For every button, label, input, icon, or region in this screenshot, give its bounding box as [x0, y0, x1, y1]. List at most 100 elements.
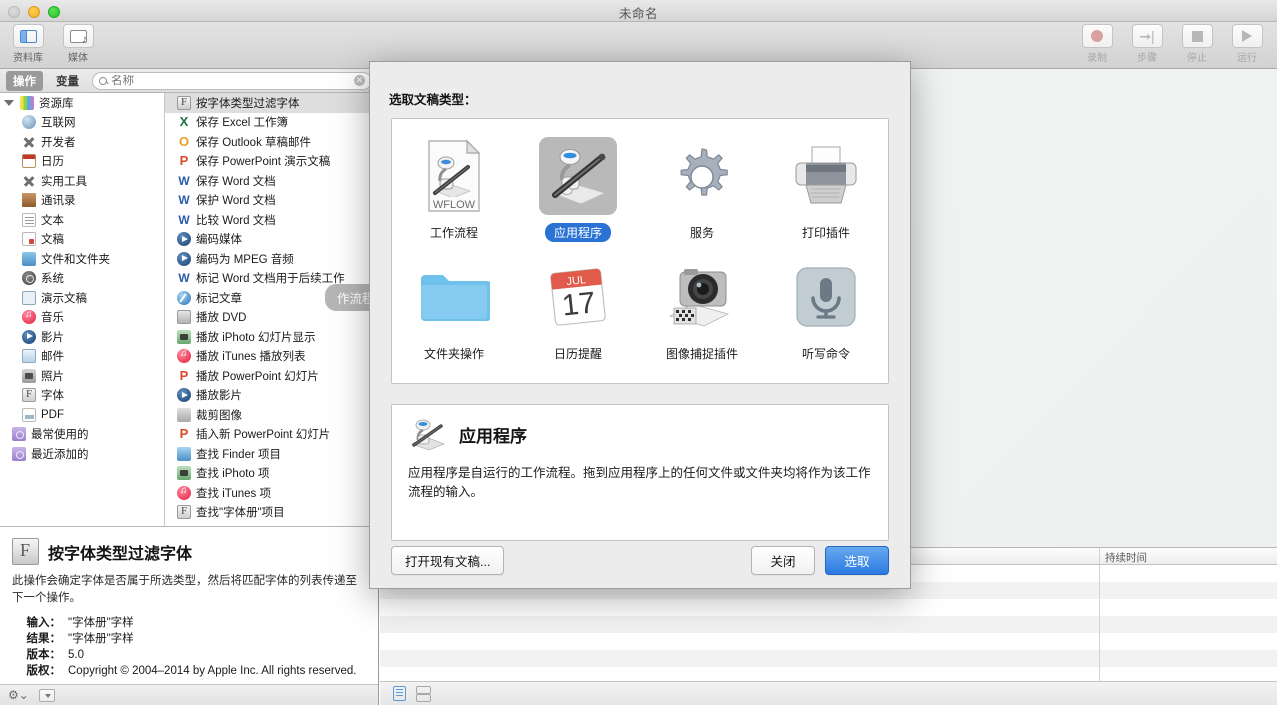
chevron-down-icon[interactable]: [4, 99, 14, 106]
template-description-box: 应用程序 应用程序是自运行的工作流程。拖到应用程序上的任何文件或文件夹均将作为该…: [391, 404, 889, 541]
toolbar-step-button[interactable]: ➞| 步骤: [1125, 24, 1169, 64]
automator-window: 未命名 资料库 媒体 录制 ➞| 步骤 停止: [0, 0, 1277, 705]
action-list-item[interactable]: 播放影片: [165, 386, 378, 406]
action-list-item-label: 编码媒体: [196, 234, 242, 247]
category-root[interactable]: 资源库: [0, 93, 164, 113]
log-row[interactable]: [380, 633, 1277, 650]
category-item[interactable]: 互联网: [0, 113, 164, 133]
action-list-item[interactable]: 查找 iPhoto 项: [165, 464, 378, 484]
folder-action-icon: [415, 258, 493, 336]
segment-variables[interactable]: 变量: [49, 71, 86, 91]
action-list-item[interactable]: 查找"字体册"项目: [165, 503, 378, 523]
log-duration-column-header[interactable]: 持续时间: [1105, 550, 1147, 565]
template-tile-folder-action[interactable]: 文件夹操作: [392, 250, 516, 367]
quicktime-icon: [22, 329, 36, 344]
search-box[interactable]: ✕: [92, 71, 372, 90]
action-list-item-label: 播放 DVD: [196, 312, 247, 325]
pdf-icon: [22, 407, 36, 422]
log-split-view-icon[interactable]: [416, 686, 431, 702]
toolbar-step-label: 步骤: [1137, 53, 1157, 64]
log-row[interactable]: [380, 616, 1277, 633]
category-item[interactable]: 系统: [0, 269, 164, 289]
action-list-item[interactable]: O 保存 Outlook 草稿邮件: [165, 132, 378, 152]
category-list[interactable]: 资源库 互联网开发者日历实用工具通讯录文本文稿文件和文件夹系统演示文稿音乐影片邮…: [0, 93, 165, 526]
category-item[interactable]: 开发者: [0, 132, 164, 152]
log-list-view-icon[interactable]: [393, 686, 406, 701]
action-list-item[interactable]: P 保存 PowerPoint 演示文稿: [165, 152, 378, 172]
smart-group-item[interactable]: 最常使用的: [0, 425, 164, 445]
outlook-icon: O: [178, 133, 190, 149]
template-tile-automator-application[interactable]: 应用程序: [516, 129, 640, 246]
clear-search-icon[interactable]: ✕: [354, 75, 365, 86]
open-existing-document-button[interactable]: 打开现有文稿...: [391, 545, 505, 575]
category-item[interactable]: 字体: [0, 386, 164, 406]
smart-group-item[interactable]: 最近添加的: [0, 444, 164, 464]
category-item[interactable]: 文稿: [0, 230, 164, 250]
template-tile-calendar-alarm[interactable]: JUL 17 日历提醒: [516, 250, 640, 367]
action-info-title: 按字体类型过滤字体: [48, 545, 193, 563]
category-item[interactable]: PDF: [0, 405, 164, 425]
action-list-item[interactable]: 播放 iTunes 播放列表: [165, 347, 378, 367]
template-tile-dictation-microphone[interactable]: 听写命令: [764, 250, 888, 367]
choose-button[interactable]: 选取: [825, 545, 889, 575]
library-panel: 操作 变量 ✕ 资源库 互联网开发者日历实用工具通讯录文本文稿文件和文件夹系统演…: [0, 69, 379, 705]
action-list-item[interactable]: P 插入新 PowerPoint 幻灯片: [165, 425, 378, 445]
category-item[interactable]: 通讯录: [0, 191, 164, 211]
action-list-item[interactable]: X 保存 Excel 工作簿: [165, 113, 378, 133]
category-item[interactable]: 日历: [0, 152, 164, 172]
category-item[interactable]: 邮件: [0, 347, 164, 367]
template-tile-printer-plugin[interactable]: 打印插件: [764, 129, 888, 246]
category-item[interactable]: 照片: [0, 366, 164, 386]
action-info-row: 输入： "字体册"字样: [0, 615, 378, 631]
toolbar-record-button[interactable]: 录制: [1075, 24, 1119, 64]
close-dialog-button[interactable]: 关闭: [751, 545, 815, 575]
step-icon: ➞|: [1131, 24, 1163, 48]
category-item[interactable]: 音乐: [0, 308, 164, 328]
text-icon: [22, 212, 36, 227]
template-tile-image-capture[interactable]: 图像捕捉插件: [640, 250, 764, 367]
gear-icon[interactable]: ⚙⌄: [8, 688, 29, 702]
category-item[interactable]: 文件和文件夹: [0, 249, 164, 269]
toolbar-media-button[interactable]: 媒体: [56, 24, 100, 64]
action-list-item[interactable]: 播放 iPhoto 幻灯片显示: [165, 327, 378, 347]
segment-actions[interactable]: 操作: [6, 70, 43, 91]
library-icon: [20, 95, 34, 110]
category-item[interactable]: 实用工具: [0, 171, 164, 191]
action-info-row: 结果： "字体册"字样: [0, 631, 378, 647]
log-row[interactable]: [380, 599, 1277, 616]
toolbar-record-label: 录制: [1087, 53, 1107, 64]
action-list-item[interactable]: P 播放 PowerPoint 幻灯片: [165, 366, 378, 386]
template-tile-gear-service[interactable]: 服务: [640, 129, 764, 246]
dropdown-icon[interactable]: [38, 688, 55, 702]
category-item-label: 音乐: [41, 312, 64, 325]
safari-icon: [177, 290, 191, 305]
toolbar-library-button[interactable]: 资料库: [6, 24, 50, 64]
action-list-item[interactable]: 裁剪图像: [165, 405, 378, 425]
action-info-key: 版权：: [26, 665, 62, 677]
action-list-item[interactable]: 按字体类型过滤字体: [165, 93, 378, 113]
word-icon: W: [178, 271, 190, 286]
action-list-item[interactable]: 编码为 MPEG 音频: [165, 249, 378, 269]
action-list-item[interactable]: 查找 Finder 项目: [165, 444, 378, 464]
category-item[interactable]: 演示文稿: [0, 288, 164, 308]
toolbar-stop-button[interactable]: 停止: [1175, 24, 1219, 64]
smart-group-item-label: 最近添加的: [31, 448, 89, 461]
action-list-item[interactable]: 编码媒体: [165, 230, 378, 250]
category-item-label: 实用工具: [41, 175, 87, 188]
action-list-item[interactable]: W 保存 Word 文档: [165, 171, 378, 191]
action-list-item[interactable]: 查找 iTunes 项: [165, 483, 378, 503]
search-input[interactable]: [111, 74, 354, 87]
log-row[interactable]: [380, 650, 1277, 667]
music-icon: [22, 309, 36, 325]
calendar-icon: [22, 154, 36, 169]
toolbar-run-button[interactable]: 运行: [1225, 24, 1269, 64]
template-tile-workflow-document[interactable]: WFLOW 工作流程: [392, 129, 516, 246]
x-cross-icon: [22, 174, 36, 188]
category-item[interactable]: 文本: [0, 210, 164, 230]
action-list-item[interactable]: W 保护 Word 文档: [165, 191, 378, 211]
smart-group-item-label: 最常使用的: [31, 429, 89, 442]
action-list-item-label: 播放 iTunes 播放列表: [196, 351, 306, 364]
action-list-item[interactable]: W 比较 Word 文档: [165, 210, 378, 230]
word-icon: W: [178, 173, 190, 188]
category-item[interactable]: 影片: [0, 327, 164, 347]
